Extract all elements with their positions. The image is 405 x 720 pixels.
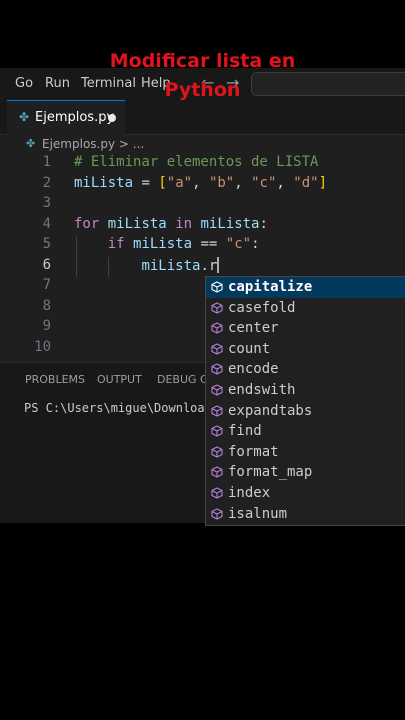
line-number: 9 [42, 318, 51, 334]
tab-output[interactable]: OUTPUT [97, 373, 142, 386]
code-line-5: if miLista == "c": [107, 236, 260, 252]
method-cube-icon [211, 425, 223, 437]
video-caption-line-2: Python [164, 79, 241, 101]
method-cube-icon [211, 301, 223, 314]
suggestion-item[interactable]: format_map [206, 462, 405, 483]
suggestion-item[interactable]: center [206, 318, 405, 339]
line-number: 7 [42, 277, 51, 293]
method-cube-icon [211, 404, 223, 417]
line-number: 10 [34, 339, 51, 355]
method-cube-icon [211, 281, 223, 293]
suggestion-item[interactable]: format [206, 442, 405, 463]
code-line-6: miLista.r [141, 257, 220, 274]
line-number-active: 6 [42, 257, 51, 273]
method-cube-icon [211, 322, 223, 334]
breadcrumb: ✤ Ejemplos.py > ... [0, 134, 405, 154]
tab-problems[interactable]: PROBLEMS [25, 373, 85, 386]
method-cube-icon [211, 466, 223, 478]
method-cube-icon [211, 507, 223, 520]
suggestion-item[interactable]: find [206, 421, 405, 442]
line-number: 3 [42, 195, 51, 211]
code-line-2: miLista = ["a", "b", "c", "d"] [74, 175, 328, 191]
line-number: 2 [42, 175, 51, 191]
suggestion-item-selected[interactable]: capitalize [206, 277, 405, 298]
line-number: 5 [42, 236, 51, 252]
video-caption-line-1: Modificar lista en [109, 50, 296, 72]
method-cube-icon [211, 363, 223, 375]
line-number: 8 [42, 298, 51, 314]
line-number: 4 [42, 216, 51, 232]
line-number: 1 [42, 154, 51, 170]
code-line-4: for miLista in miLista: [74, 216, 268, 232]
method-cube-icon [211, 384, 223, 396]
code-line-1: # Eliminar elementos de LISTA [74, 154, 319, 170]
suggestion-item[interactable]: casefold [206, 298, 405, 319]
unsaved-dot-icon[interactable] [108, 114, 116, 122]
breadcrumb-path[interactable]: Ejemplos.py > ... [42, 137, 144, 151]
tab-ejemplos-py[interactable]: ✤ Ejemplos.py [7, 100, 125, 135]
suggestion-item[interactable]: expandtabs [206, 401, 405, 422]
autocomplete-suggestions[interactable]: capitalize casefold center count encode … [205, 276, 405, 526]
editor-tab-bar: ✤ Ejemplos.py [0, 100, 405, 135]
text-cursor [217, 257, 220, 273]
suggestion-item[interactable]: encode [206, 359, 405, 380]
python-file-icon: ✤ [26, 137, 36, 150]
tab-label: Ejemplos.py [35, 110, 115, 125]
suggestion-item[interactable]: isalnum [206, 504, 405, 525]
suggestion-item[interactable]: index [206, 483, 405, 504]
python-file-icon: ✤ [19, 110, 30, 124]
suggestion-item[interactable]: count [206, 339, 405, 360]
method-cube-icon [211, 487, 223, 499]
suggestion-item[interactable]: endswith [206, 380, 405, 401]
method-cube-icon [211, 343, 223, 355]
method-cube-icon [211, 446, 223, 458]
